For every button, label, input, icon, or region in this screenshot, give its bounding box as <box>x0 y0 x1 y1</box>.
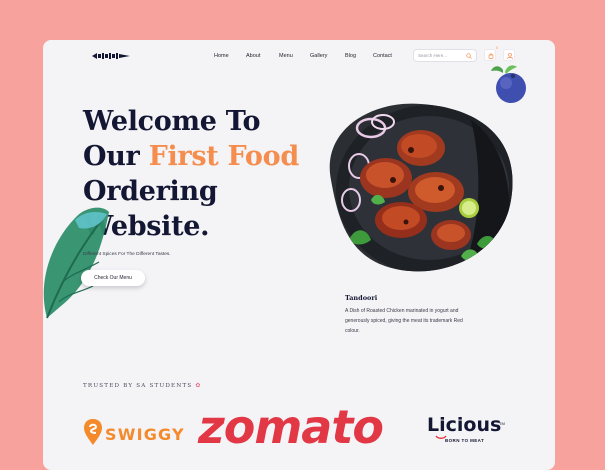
licious-smile-icon <box>435 435 447 439</box>
cart-count-badge: 0 <box>496 46 498 50</box>
search-placeholder: Search Here... <box>418 53 448 58</box>
cart-icon <box>488 53 493 59</box>
site-logo[interactable] <box>91 52 131 60</box>
blueberry-decoration <box>491 65 526 103</box>
hero-title-line-4: Website. <box>83 211 210 242</box>
hero-title-prefix: Our <box>83 141 140 172</box>
trademark-mark: TM <box>499 421 505 426</box>
hero-subtext: Different Spices For The Different Taste… <box>83 252 171 257</box>
hero-title-line-1: Welcome To <box>83 106 261 137</box>
swiggy-logo-icon <box>84 419 102 445</box>
nav-home[interactable]: Home <box>214 53 229 59</box>
nav-menu[interactable]: Menu <box>279 53 293 59</box>
nav-blog[interactable]: Blog <box>345 53 356 59</box>
dish-title: Tandoori <box>345 294 378 302</box>
dish-description: A Dish of Roasted Chicken marinated in y… <box>345 308 463 334</box>
website-card: Home About Menu Gallery Blog Contact Sea… <box>43 40 555 470</box>
tandoori-dish-image <box>329 103 513 272</box>
user-icon <box>506 52 513 59</box>
trusted-by-label: TRUSTED BY SA STUDENTS ✿ <box>83 382 202 389</box>
hero-title-accent: First Food <box>148 141 300 172</box>
search-input[interactable]: Search Here... <box>413 49 477 62</box>
nav-about[interactable]: About <box>246 53 260 59</box>
brand-zomato: zomato <box>198 400 384 454</box>
brand-swiggy: SWIGGY <box>105 425 185 444</box>
cart-button[interactable]: 0 <box>484 46 498 61</box>
leaf-decoration <box>43 207 110 319</box>
brand-licious-tagline: BORN TO MEAT <box>445 438 485 443</box>
brand-licious: Licious <box>427 414 502 436</box>
search-icon <box>466 53 472 59</box>
rosette-icon: ✿ <box>195 382 202 389</box>
user-button[interactable] <box>503 49 515 61</box>
nav-contact[interactable]: Contact <box>373 53 392 59</box>
nav-gallery[interactable]: Gallery <box>310 53 327 59</box>
check-menu-button[interactable]: Check Our Menu <box>81 270 145 286</box>
hero-title-line-2: Our First Food <box>83 139 313 174</box>
hero-title-line-3: Ordering <box>83 176 218 207</box>
trusted-by-text: TRUSTED BY SA STUDENTS <box>83 383 193 389</box>
hero-title: Welcome To Our First Food Ordering Websi… <box>83 104 313 244</box>
